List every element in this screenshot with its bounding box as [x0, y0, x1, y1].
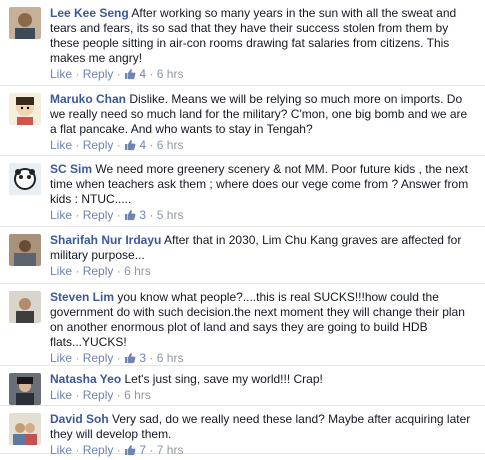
like-count-value: 7: [139, 443, 147, 457]
separator-dot: ·: [116, 67, 121, 81]
comment-actions: Like · Reply · 6 hrs: [50, 388, 476, 403]
comment-author[interactable]: Lee Kee Seng: [50, 6, 129, 20]
thumbs-up-icon: [124, 352, 136, 364]
comment-body: Lee Kee Seng After working so many years…: [50, 6, 476, 82]
comment-actions: Like · Reply · 4 · 6 hrs: [50, 67, 476, 82]
comment: Maruko Chan Dislike. Means we will be re…: [0, 86, 485, 156]
separator-dot: ·: [75, 443, 80, 457]
comment-body: Natasha Yeo Let's just sing, save my wor…: [50, 372, 476, 403]
like-count[interactable]: 7: [124, 443, 146, 457]
comment-timestamp[interactable]: 6 hrs: [157, 67, 184, 81]
thumbs-up-icon: [124, 139, 136, 151]
comment-body: David Soh Very sad, do we really need th…: [50, 412, 476, 458]
comment-body: Sharifah Nur Irdayu After that in 2030, …: [50, 233, 476, 279]
thumbs-up-icon: [124, 68, 136, 80]
comment-actions: Like · Reply · 4 · 6 hrs: [50, 138, 476, 153]
comment-timestamp[interactable]: 7 hrs: [157, 443, 184, 457]
comment-actions: Like · Reply · 6 hrs: [50, 264, 476, 279]
comment: David Soh Very sad, do we really need th…: [0, 406, 485, 457]
like-button[interactable]: Like: [50, 138, 72, 152]
reply-button[interactable]: Reply: [83, 388, 114, 402]
avatar[interactable]: [9, 7, 41, 39]
comment: Steven Lim you know what people?....this…: [0, 284, 485, 366]
comment: Lee Kee Seng After working so many years…: [0, 0, 485, 86]
like-button[interactable]: Like: [50, 443, 72, 457]
comment: Sharifah Nur Irdayu After that in 2030, …: [0, 227, 485, 284]
like-count[interactable]: 4: [124, 138, 146, 152]
like-count[interactable]: 3: [124, 351, 146, 365]
like-button[interactable]: Like: [50, 67, 72, 81]
avatar[interactable]: [9, 234, 41, 266]
comment-author[interactable]: Steven Lim: [50, 290, 114, 304]
separator-dot: ·: [149, 351, 154, 365]
reply-button[interactable]: Reply: [83, 67, 114, 81]
reply-button[interactable]: Reply: [83, 443, 114, 457]
separator-dot: ·: [149, 67, 154, 81]
comment-text: Very sad, do we really need these land? …: [50, 412, 471, 441]
comment-timestamp[interactable]: 6 hrs: [124, 388, 151, 402]
comment-timestamp[interactable]: 6 hrs: [157, 351, 184, 365]
separator-dot: ·: [75, 264, 80, 278]
comment-text: We need more greenery scenery & not MM. …: [50, 162, 469, 206]
comment-author[interactable]: Sharifah Nur Irdayu: [50, 233, 161, 247]
comment-author[interactable]: Natasha Yeo: [50, 372, 121, 386]
like-count[interactable]: 4: [124, 67, 146, 81]
like-count-value: 3: [139, 351, 147, 365]
reply-button[interactable]: Reply: [83, 351, 114, 365]
comment-author[interactable]: David Soh: [50, 412, 109, 426]
comment: Natasha Yeo Let's just sing, save my wor…: [0, 366, 485, 406]
like-button[interactable]: Like: [50, 388, 72, 402]
like-count-value: 4: [139, 67, 147, 81]
separator-dot: ·: [116, 264, 121, 278]
separator-dot: ·: [116, 138, 121, 152]
comment-timestamp[interactable]: 6 hrs: [124, 264, 151, 278]
comment-timestamp[interactable]: 5 hrs: [157, 208, 184, 222]
separator-dot: ·: [75, 388, 80, 402]
like-button[interactable]: Like: [50, 264, 72, 278]
like-button[interactable]: Like: [50, 208, 72, 222]
avatar[interactable]: [9, 413, 41, 445]
comment-actions: Like · Reply · 3 · 5 hrs: [50, 208, 476, 223]
comment-actions: Like · Reply · 7 · 7 hrs: [50, 443, 476, 458]
avatar[interactable]: [9, 373, 41, 405]
comment-author[interactable]: Maruko Chan: [50, 92, 126, 106]
comment-text: Let's just sing, save my world!!! Crap!: [124, 372, 323, 386]
separator-dot: ·: [116, 351, 121, 365]
reply-button[interactable]: Reply: [83, 264, 114, 278]
separator-dot: ·: [149, 138, 154, 152]
comment-timestamp[interactable]: 6 hrs: [157, 138, 184, 152]
comment-author[interactable]: SC Sim: [50, 162, 92, 176]
separator-dot: ·: [75, 351, 80, 365]
like-count-value: 3: [139, 208, 147, 222]
like-count[interactable]: 3: [124, 208, 146, 222]
thumbs-up-icon: [124, 209, 136, 221]
separator-dot: ·: [116, 208, 121, 222]
separator-dot: ·: [75, 208, 80, 222]
reply-button[interactable]: Reply: [83, 208, 114, 222]
thumbs-up-icon: [124, 444, 136, 456]
separator-dot: ·: [149, 208, 154, 222]
separator-dot: ·: [116, 443, 121, 457]
separator-dot: ·: [116, 388, 121, 402]
avatar[interactable]: [9, 93, 41, 125]
comment: SC Sim We need more greenery scenery & n…: [0, 156, 485, 227]
like-button[interactable]: Like: [50, 351, 72, 365]
avatar[interactable]: [9, 291, 41, 323]
comment-actions: Like · Reply · 3 · 6 hrs: [50, 351, 476, 366]
comment-body: Maruko Chan Dislike. Means we will be re…: [50, 92, 476, 153]
separator-dot: ·: [149, 443, 154, 457]
like-count-value: 4: [139, 138, 147, 152]
separator-dot: ·: [75, 138, 80, 152]
comment-body: Steven Lim you know what people?....this…: [50, 290, 476, 366]
separator-dot: ·: [75, 67, 80, 81]
comment-body: SC Sim We need more greenery scenery & n…: [50, 162, 476, 223]
avatar[interactable]: [9, 163, 41, 195]
reply-button[interactable]: Reply: [83, 138, 114, 152]
